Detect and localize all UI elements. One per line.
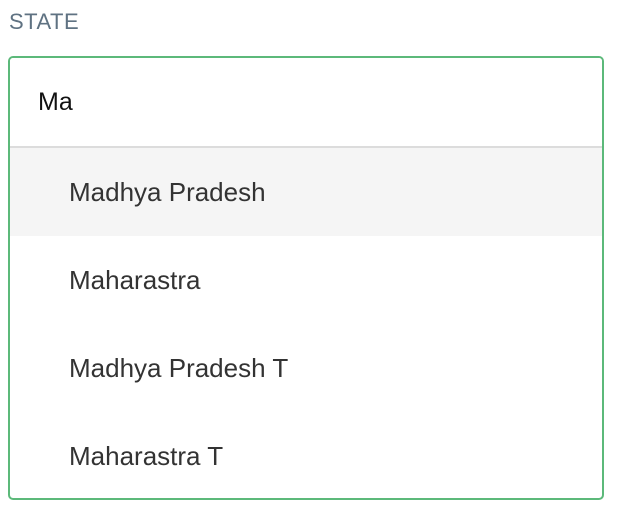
- option-maharastra[interactable]: Maharastra: [10, 236, 602, 324]
- state-search-input[interactable]: [10, 58, 602, 148]
- state-combobox[interactable]: Madhya Pradesh Maharastra Madhya Pradesh…: [8, 56, 604, 500]
- state-field-container: STATE Madhya Pradesh Maharastra Madhya P…: [0, 0, 618, 510]
- state-options-list: Madhya Pradesh Maharastra Madhya Pradesh…: [10, 148, 602, 498]
- option-maharastra-t[interactable]: Maharastra T: [10, 412, 602, 498]
- option-madhya-pradesh-t[interactable]: Madhya Pradesh T: [10, 324, 602, 412]
- option-madhya-pradesh[interactable]: Madhya Pradesh: [10, 148, 602, 236]
- state-field-label: STATE: [9, 9, 80, 34]
